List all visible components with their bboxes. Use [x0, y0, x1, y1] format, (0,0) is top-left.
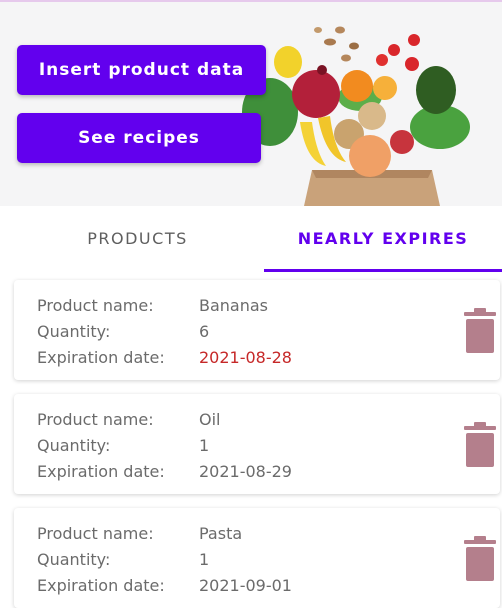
tab-indicator — [264, 269, 502, 272]
product-name-label: Product name: — [37, 524, 154, 543]
product-name-label: Product name: — [37, 410, 154, 429]
quantity-value: 1 — [199, 550, 210, 569]
tab-products[interactable]: PRODUCTS — [0, 206, 275, 270]
expiration-row: Expiration date: 2021-08-29 — [37, 461, 292, 483]
trash-icon[interactable] — [462, 421, 498, 467]
expiration-value: 2021-09-01 — [199, 576, 292, 595]
product-name-value: Oil — [199, 410, 221, 429]
insert-product-button[interactable]: Insert product data — [17, 45, 266, 95]
product-card: Product name: Bananas Quantity: 6 Expirati… — [14, 280, 500, 380]
expiration-row: Expiration date: 2021-08-28 — [37, 347, 292, 369]
quantity-value: 1 — [199, 436, 210, 455]
quantity-value: 6 — [199, 322, 210, 341]
quantity-row: Quantity: 1 — [37, 435, 209, 457]
product-name-row: Product name: Pasta — [37, 523, 242, 545]
expiration-label: Expiration date: — [37, 576, 165, 595]
product-name-row: Product name: Oil — [37, 409, 220, 431]
tab-nearly-expires[interactable]: NEARLY EXPIRES — [264, 206, 502, 270]
trash-icon[interactable] — [462, 307, 498, 353]
groceries-image: Insert product data See recipes — [0, 2, 502, 206]
expiration-value: 2021-08-29 — [199, 462, 292, 481]
quantity-label: Quantity: — [37, 550, 111, 569]
expiration-label: Expiration date: — [37, 462, 165, 481]
see-recipes-button[interactable]: See recipes — [17, 113, 261, 163]
quantity-row: Quantity: 1 — [37, 549, 209, 571]
tab-bar: PRODUCTS NEARLY EXPIRES — [0, 206, 502, 272]
quantity-label: Quantity: — [37, 322, 111, 341]
quantity-label: Quantity: — [37, 436, 111, 455]
quantity-row: Quantity: 6 — [37, 321, 209, 343]
expiration-value: 2021-08-28 — [199, 348, 292, 367]
trash-icon[interactable] — [462, 535, 498, 581]
expiration-row: Expiration date: 2021-09-01 — [37, 575, 292, 597]
product-name-value: Bananas — [199, 296, 269, 315]
product-name-label: Product name: — [37, 296, 154, 315]
product-card: Product name: Oil Quantity: 1 Expiration d… — [14, 394, 500, 494]
product-name-row: Product name: Bananas — [37, 295, 268, 317]
product-card: Product name: Pasta Quantity: 1 Expiration… — [14, 508, 500, 608]
product-name-value: Pasta — [199, 524, 243, 543]
expiration-label: Expiration date: — [37, 348, 165, 367]
